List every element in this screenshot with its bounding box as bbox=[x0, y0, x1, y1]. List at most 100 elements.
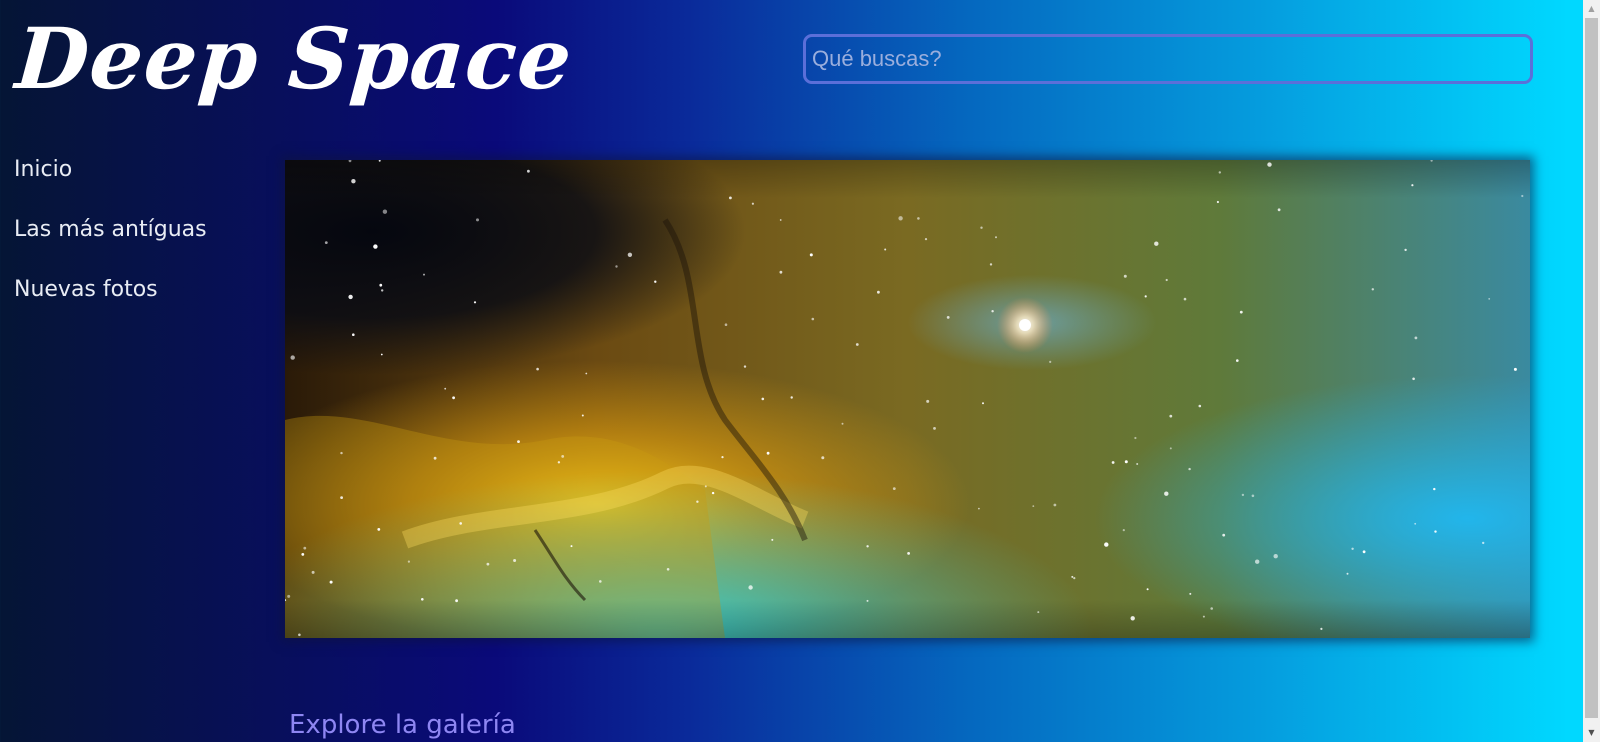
star-dot bbox=[311, 570, 315, 574]
star-dot bbox=[407, 560, 410, 563]
explore-gallery-link[interactable]: Explore la galería bbox=[289, 705, 516, 742]
star-dot bbox=[980, 226, 983, 229]
star-dot bbox=[1104, 542, 1109, 547]
star-dot bbox=[381, 289, 384, 292]
star-dot bbox=[1371, 288, 1375, 291]
star-dot bbox=[1273, 554, 1278, 559]
star-dot bbox=[1123, 274, 1127, 278]
star-dot bbox=[340, 496, 343, 499]
star-dot bbox=[892, 487, 896, 490]
star-dot bbox=[1239, 310, 1243, 314]
star-dot bbox=[721, 456, 724, 459]
star-dot bbox=[599, 580, 602, 583]
nav-item-inicio[interactable]: Inicio bbox=[14, 148, 207, 208]
star-dot bbox=[1320, 627, 1323, 630]
star-dot bbox=[379, 283, 383, 287]
star-dot bbox=[946, 316, 950, 319]
star-dot bbox=[1241, 493, 1245, 497]
star-dot bbox=[1210, 607, 1213, 610]
star-dot bbox=[666, 568, 670, 571]
star-dot bbox=[1513, 367, 1517, 371]
star-dot bbox=[704, 485, 707, 488]
star-dot bbox=[423, 273, 425, 276]
star-dot bbox=[1136, 463, 1139, 465]
star-dot bbox=[459, 522, 462, 525]
page-scrollbar[interactable]: ▲ ▼ bbox=[1583, 0, 1600, 742]
search-input[interactable] bbox=[803, 34, 1533, 84]
star-dot bbox=[1216, 200, 1219, 204]
star-dot bbox=[1236, 359, 1239, 362]
star-dot bbox=[724, 323, 728, 326]
star-dot bbox=[654, 280, 657, 283]
star-dot bbox=[1071, 575, 1074, 578]
star-dot bbox=[1346, 572, 1349, 575]
star-dot bbox=[866, 599, 869, 602]
star-dot bbox=[1188, 467, 1191, 471]
star-dot bbox=[486, 562, 490, 566]
star-dot bbox=[303, 546, 307, 550]
star-dot bbox=[1122, 529, 1125, 532]
star-dot bbox=[1255, 559, 1260, 564]
star-dot bbox=[898, 216, 903, 221]
star-dot bbox=[729, 196, 732, 200]
star-dot bbox=[455, 599, 458, 603]
star-dot bbox=[1073, 577, 1076, 580]
star-dot bbox=[324, 241, 328, 244]
star-dot bbox=[557, 461, 561, 464]
star-dot bbox=[561, 455, 565, 458]
sidebar-nav: Inicio Las más antíguas Nuevas fotos bbox=[14, 148, 207, 328]
star-dot bbox=[1053, 503, 1057, 507]
star-dot bbox=[933, 427, 936, 430]
star-dot bbox=[1362, 550, 1366, 554]
star-dot bbox=[1411, 184, 1414, 187]
scrollbar-thumb[interactable] bbox=[1585, 18, 1598, 718]
nebula-illustration bbox=[285, 160, 1530, 638]
star-dot bbox=[1488, 298, 1491, 300]
star-dot bbox=[1154, 241, 1159, 246]
star-dot bbox=[452, 396, 455, 400]
star-dot bbox=[1146, 588, 1149, 591]
star-dot bbox=[373, 244, 378, 249]
arrow-down-icon[interactable]: ▼ bbox=[1583, 726, 1600, 740]
star-dot bbox=[771, 538, 774, 541]
nav-item-mas-antiguas[interactable]: Las más antíguas bbox=[14, 208, 207, 268]
star-dot bbox=[615, 265, 618, 268]
star-dot bbox=[298, 633, 301, 637]
star-dot bbox=[513, 559, 517, 562]
star-dot bbox=[1521, 194, 1524, 198]
star-dot bbox=[991, 310, 994, 313]
star-dot bbox=[790, 396, 793, 399]
star-dot bbox=[884, 248, 887, 251]
star-dot bbox=[811, 317, 815, 321]
star-dot bbox=[1169, 414, 1173, 418]
nav-item-nuevas-fotos[interactable]: Nuevas fotos bbox=[14, 268, 207, 328]
star-dot bbox=[377, 528, 381, 531]
star-dot bbox=[421, 598, 424, 601]
star-dot bbox=[696, 500, 699, 503]
star-dot bbox=[1412, 377, 1415, 381]
star-dot bbox=[1111, 461, 1115, 464]
star-dot bbox=[711, 491, 715, 495]
star-dot bbox=[290, 355, 295, 360]
star-dot bbox=[748, 585, 753, 590]
star-dot bbox=[866, 545, 869, 548]
star-dot bbox=[1351, 547, 1354, 550]
arrow-up-icon[interactable]: ▲ bbox=[1583, 2, 1600, 16]
star-dot bbox=[1164, 491, 1169, 496]
star-dot bbox=[1124, 460, 1128, 464]
star-dot bbox=[1277, 208, 1281, 212]
star-dot bbox=[382, 209, 388, 214]
star-dot bbox=[1482, 541, 1485, 545]
star-dot bbox=[1169, 447, 1172, 450]
site-logo[interactable]: Deep Space bbox=[12, 4, 576, 114]
star-dot bbox=[877, 290, 880, 294]
star-dot bbox=[1032, 505, 1035, 507]
star-dot bbox=[743, 365, 747, 368]
star-dot bbox=[917, 217, 920, 220]
star-dot bbox=[926, 399, 930, 403]
star-dot bbox=[1037, 611, 1040, 614]
star-dot bbox=[924, 238, 928, 241]
star-dot bbox=[352, 333, 355, 336]
star-dot bbox=[351, 179, 356, 184]
star-dot bbox=[287, 594, 291, 598]
